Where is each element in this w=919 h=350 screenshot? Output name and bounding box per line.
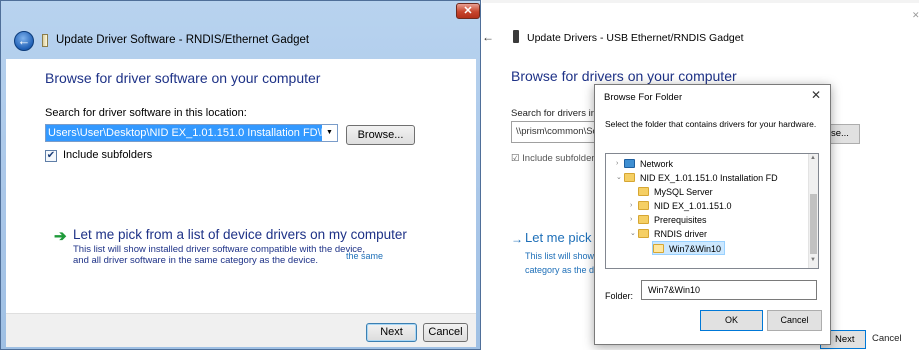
- folder-icon: [638, 229, 649, 238]
- expand-icon[interactable]: ›: [616, 160, 618, 167]
- back-arrow-icon[interactable]: ←: [14, 31, 34, 51]
- folder-input[interactable]: Win7&Win10: [641, 280, 817, 300]
- back-arrow-icon[interactable]: ←: [482, 30, 494, 44]
- search-location-combobox[interactable]: Users\User\Desktop\NID EX_1.01.151.0 Ins…: [45, 124, 323, 142]
- tree-item-prerequisites[interactable]: Prerequisites: [638, 213, 707, 227]
- folder-icon: [638, 215, 649, 224]
- tree-scrollbar[interactable]: ▲ ▼: [808, 154, 818, 268]
- page-heading: Browse for drivers on your computer: [511, 68, 737, 84]
- page-heading: Browse for driver software on your compu…: [45, 70, 321, 86]
- close-icon[interactable]: ✕: [811, 88, 821, 102]
- search-location-label: Search for driver software in this locat…: [45, 107, 247, 119]
- tree-item-win7-win10[interactable]: Win7&Win10: [652, 241, 726, 255]
- browse-for-folder-dialog: Browse For Folder ✕ Select the folder th…: [594, 84, 831, 345]
- close-icon[interactable]: ✕: [912, 10, 919, 21]
- folder-icon: [638, 201, 649, 210]
- scrollbar-thumb[interactable]: [810, 194, 817, 254]
- folder-label: Folder:: [605, 291, 634, 301]
- folder-icon: [638, 187, 649, 196]
- pick-from-list-description: This list will show installed driver sof…: [73, 244, 365, 266]
- cancel-button[interactable]: Cancel: [423, 323, 468, 342]
- scroll-down-icon[interactable]: ▼: [810, 257, 816, 263]
- expand-icon[interactable]: ›: [630, 202, 632, 209]
- ok-button[interactable]: OK: [700, 310, 763, 331]
- browse-button[interactable]: Browse...: [346, 125, 415, 145]
- arrow-right-icon: →: [511, 232, 523, 246]
- tree-item-rndis-driver[interactable]: RNDIS driver: [638, 227, 707, 241]
- window-top-border: [482, 0, 919, 3]
- device-icon: [513, 30, 519, 43]
- collapse-icon[interactable]: ⌄: [616, 173, 622, 181]
- cancel-button[interactable]: Cancel: [872, 333, 902, 344]
- search-location-label: Search for drivers in th: [511, 108, 607, 119]
- tree-item-installation-fd[interactable]: NID EX_1.01.151.0 Installation FD: [624, 171, 778, 185]
- window-header: ← Update Driver Software - RNDIS/Etherne…: [6, 21, 476, 61]
- open-folder-icon: [653, 244, 664, 253]
- expand-icon[interactable]: ›: [630, 216, 632, 223]
- pick-from-list-description-tail: the same: [346, 251, 384, 261]
- window-title: Update Driver Software - RNDIS/Ethernet …: [56, 34, 310, 46]
- next-button[interactable]: Next: [366, 323, 417, 342]
- green-arrow-icon: ➔: [54, 228, 67, 245]
- dialog-instruction: Select the folder that contains drivers …: [605, 119, 817, 129]
- tree-item-mysql-server[interactable]: MySQL Server: [638, 185, 713, 199]
- network-icon: [624, 159, 635, 168]
- scroll-up-icon[interactable]: ▲: [810, 155, 816, 161]
- include-subfolders-label[interactable]: Include subfolders: [63, 149, 152, 161]
- folder-icon: [624, 173, 635, 182]
- close-button[interactable]: ✕: [456, 3, 480, 19]
- dialog-title: Browse For Folder: [604, 92, 683, 103]
- chevron-down-icon[interactable]: ▼: [322, 124, 338, 142]
- window-title: Update Drivers - USB Ethernet/RNDIS Gadg…: [527, 32, 744, 44]
- collapse-icon[interactable]: ⌄: [630, 229, 636, 237]
- tree-item-network[interactable]: Network: [624, 157, 673, 171]
- update-driver-software-window: ✕ ← Update Driver Software - RNDIS/Ether…: [0, 0, 481, 350]
- pick-from-list-link[interactable]: Let me pick from a list of device driver…: [73, 227, 407, 242]
- wizard-content: Browse for driver software on your compu…: [6, 59, 476, 313]
- cancel-button[interactable]: Cancel: [767, 310, 822, 331]
- tree-item-nid-ex[interactable]: NID EX_1.01.151.0: [638, 199, 732, 213]
- search-location-input[interactable]: Users\User\Desktop\NID EX_1.01.151.0 Ins…: [46, 125, 322, 141]
- search-location-input[interactable]: \\prism\common\Sof: [511, 121, 601, 143]
- pick-from-list-link[interactable]: Let me pick f: [525, 230, 599, 245]
- folder-tree[interactable]: › Network ⌄ NID EX_1.01.151.0 Installati…: [605, 153, 819, 269]
- include-subfolders-checkbox[interactable]: ✔: [45, 150, 57, 162]
- include-subfolders-checkbox[interactable]: ☑ Include subfolders: [511, 153, 599, 164]
- wizard-footer: Next Cancel: [6, 313, 476, 347]
- device-icon: [42, 34, 48, 47]
